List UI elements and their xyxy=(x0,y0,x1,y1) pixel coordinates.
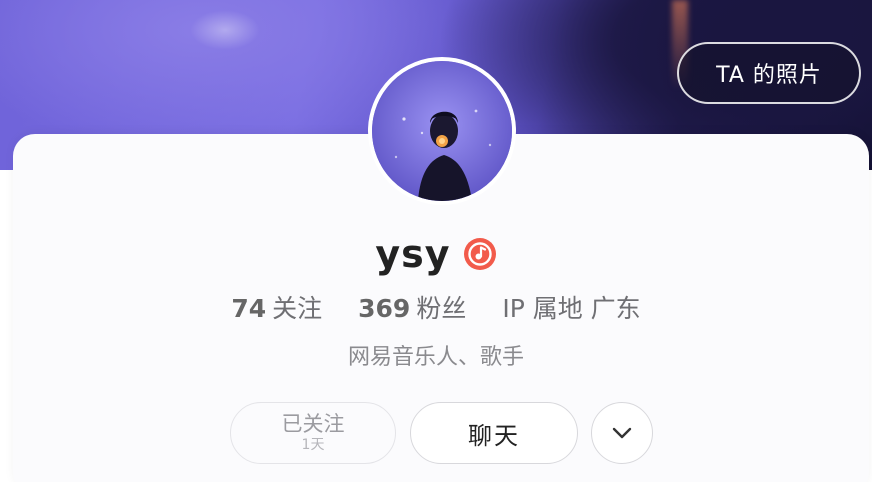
avatar-image xyxy=(372,61,512,201)
following-stat[interactable]: 74 关注 xyxy=(231,289,322,325)
name-row: ysy xyxy=(0,224,872,284)
followers-count: 369 xyxy=(358,294,411,323)
profile-bio: 网易音乐人、歌手 xyxy=(347,345,524,370)
followed-label: 已关注 xyxy=(281,412,345,436)
more-options-button[interactable] xyxy=(591,402,653,464)
avatar[interactable] xyxy=(368,57,516,205)
following-label: 关注 xyxy=(272,294,323,323)
profile-stats: 74 关注 369 粉丝 IP 属地 广东 xyxy=(0,284,872,330)
followers-stat[interactable]: 369 粉丝 xyxy=(358,289,466,325)
followers-label: 粉丝 xyxy=(416,294,467,323)
chevron-down-icon xyxy=(612,427,632,439)
following-count: 74 xyxy=(231,294,267,323)
followed-duration: 1天 xyxy=(301,437,325,453)
banner-light-glow xyxy=(190,10,260,50)
photos-button[interactable]: TA 的照片 xyxy=(677,42,861,104)
chat-button[interactable]: 聊天 xyxy=(410,402,578,464)
followed-button[interactable]: 已关注 1天 xyxy=(230,402,396,464)
ip-location: IP 属地 广东 xyxy=(502,294,641,323)
music-note-icon xyxy=(463,238,496,270)
username: ysy xyxy=(375,232,451,276)
